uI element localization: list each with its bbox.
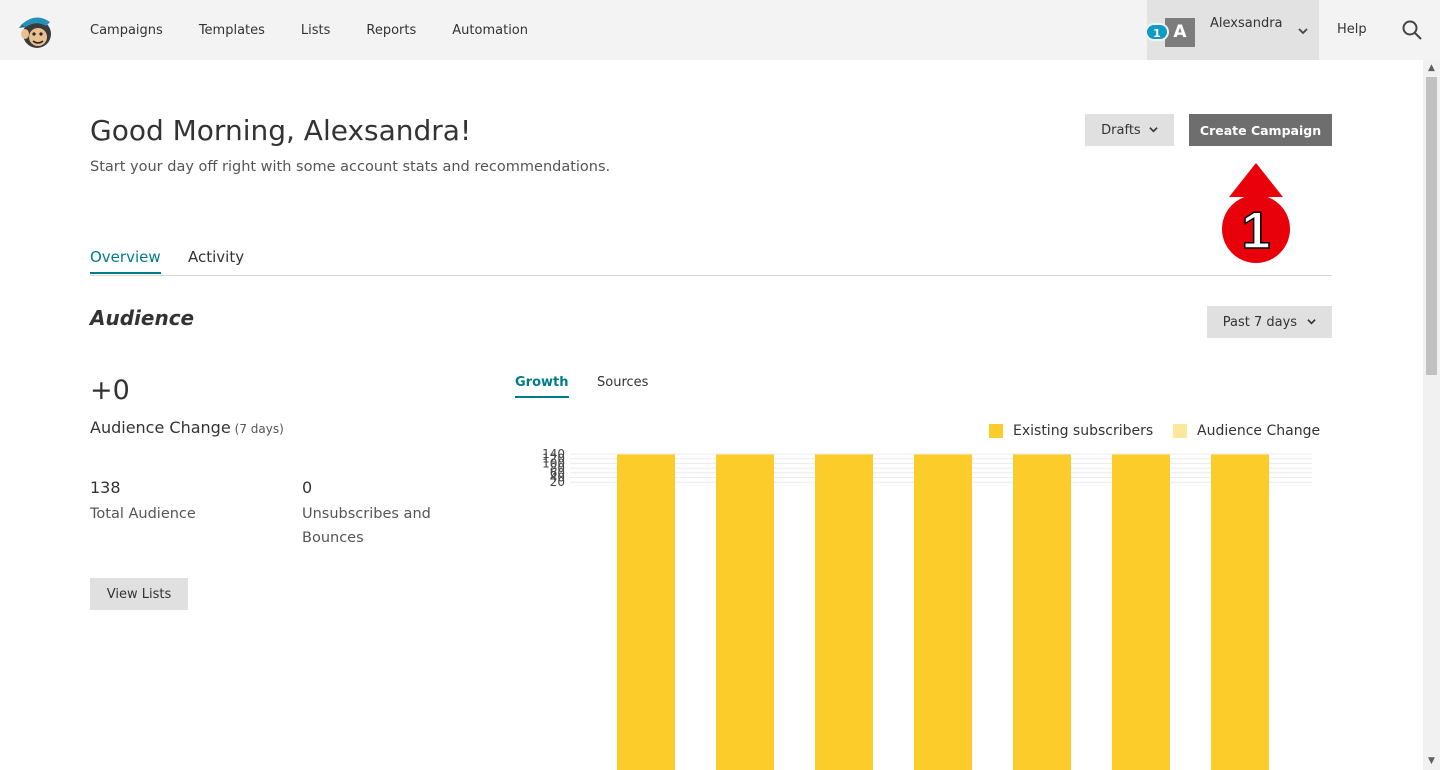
total-audience-stat: 138 Total Audience: [90, 478, 270, 526]
bar-existing-subscribers[interactable]: [914, 454, 972, 770]
legend-label-existing: Existing subscribers: [1013, 423, 1154, 439]
legend-item-change[interactable]: Audience Change: [1173, 423, 1320, 439]
user-name[interactable]: Alexsandra: [1210, 16, 1283, 31]
audience-change-period: (7 days): [234, 422, 284, 436]
bar-existing-subscribers[interactable]: [716, 454, 774, 770]
bar-existing-subscribers[interactable]: [1013, 454, 1071, 770]
unsubscribes-label: Unsubscribes and Bounces: [302, 506, 431, 546]
scroll-up-arrow-icon[interactable]: ▲: [1423, 60, 1440, 77]
tab-sources[interactable]: Sources: [597, 375, 648, 390]
chevron-down-icon: [1149, 126, 1158, 132]
tab-overview[interactable]: Overview: [90, 248, 161, 274]
bar-existing-subscribers[interactable]: [617, 454, 675, 770]
drafts-label: Drafts: [1101, 122, 1141, 138]
up-arrow-icon: [1229, 163, 1283, 197]
audience-change-value: +0: [90, 375, 130, 406]
total-audience-value: 138: [90, 478, 121, 497]
main-nav: Campaigns Templates Lists Reports Automa…: [90, 0, 564, 60]
view-lists-button[interactable]: View Lists: [90, 578, 188, 610]
growth-chart: 20406080100120140: [542, 447, 1312, 770]
total-audience-label: Total Audience: [90, 506, 196, 522]
search-icon[interactable]: [1400, 18, 1424, 42]
overview-tabs: Overview Activity: [90, 248, 1332, 276]
mailchimp-logo-icon[interactable]: [16, 10, 56, 50]
page-title: Good Morning, Alexsandra!: [90, 114, 472, 147]
drafts-button[interactable]: Drafts: [1085, 114, 1174, 146]
audience-change-label: Audience Change (7 days): [90, 418, 284, 437]
notification-badge[interactable]: 1: [1145, 23, 1169, 41]
nav-automation[interactable]: Automation: [452, 23, 528, 38]
nav-reports[interactable]: Reports: [366, 23, 416, 38]
legend-item-existing[interactable]: Existing subscribers: [989, 423, 1153, 439]
nav-campaigns[interactable]: Campaigns: [90, 23, 163, 38]
bar-existing-subscribers[interactable]: [1112, 454, 1170, 770]
nav-lists[interactable]: Lists: [301, 23, 331, 38]
chevron-down-icon: [1307, 318, 1316, 324]
legend-label-change: Audience Change: [1197, 423, 1321, 439]
date-range-dropdown[interactable]: Past 7 days: [1207, 306, 1332, 338]
unsubscribes-stat: 0 Unsubscribes and Bounces: [302, 478, 462, 550]
audience-title: Audience: [90, 306, 195, 330]
scroll-down-arrow-icon[interactable]: ▼: [1423, 753, 1440, 770]
scroll-thumb[interactable]: [1426, 77, 1437, 375]
unsubscribes-value: 0: [302, 478, 313, 497]
nav-templates[interactable]: Templates: [199, 23, 265, 38]
y-tick-label: 140: [542, 447, 565, 461]
bar-existing-subscribers[interactable]: [815, 454, 873, 770]
help-link[interactable]: Help: [1337, 22, 1367, 37]
page-scrollbar[interactable]: ▲ ▼: [1423, 60, 1440, 770]
date-range-label: Past 7 days: [1222, 314, 1298, 330]
avatar[interactable]: A: [1165, 18, 1195, 47]
audience-change-text: Audience Change: [90, 418, 231, 437]
tab-growth[interactable]: Growth: [515, 375, 569, 398]
legend-swatch-change: [1173, 424, 1187, 438]
page-subtitle: Start your day off right with some accou…: [90, 159, 611, 175]
legend-swatch-existing: [989, 424, 1003, 438]
bar-existing-subscribers[interactable]: [1211, 454, 1269, 770]
tab-activity[interactable]: Activity: [188, 248, 244, 266]
chevron-down-icon[interactable]: [1298, 26, 1308, 36]
create-campaign-button[interactable]: Create Campaign: [1189, 114, 1332, 146]
